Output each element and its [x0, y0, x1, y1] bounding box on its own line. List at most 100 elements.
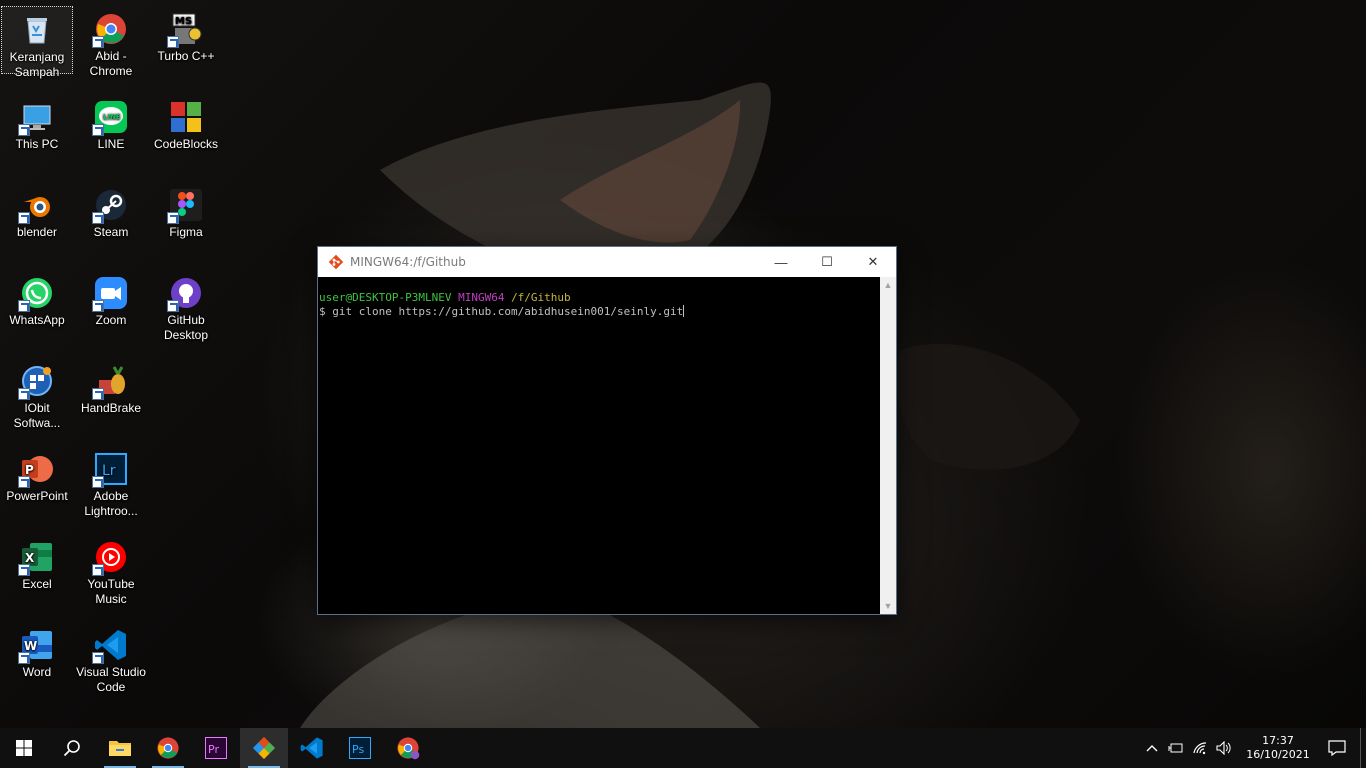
speaker-icon: [1216, 741, 1231, 755]
vscode-icon: [92, 628, 128, 664]
svg-text:LINE: LINE: [103, 113, 121, 121]
desktop-icon-powerpoint[interactable]: P PowerPoint: [1, 446, 73, 528]
taskbar: Pr Ps 17:37 16/10/2021: [0, 728, 1366, 768]
vertical-scrollbar[interactable]: ▲ ▼: [880, 277, 896, 614]
lightroom-icon: Lr: [92, 452, 128, 488]
prompt-host: MINGW64: [458, 291, 505, 304]
notification-icon: [1328, 740, 1346, 756]
premiere-pro-icon: Pr: [205, 737, 227, 759]
search-icon: [63, 740, 80, 757]
desktop-icon-codeblocks[interactable]: CodeBlocks: [150, 94, 222, 176]
desktop-icon-label: HandBrake: [80, 401, 142, 415]
clock[interactable]: 17:37 16/10/2021: [1242, 728, 1314, 768]
command-line[interactable]: $ git clone https://github.com/abidhusei…: [319, 305, 880, 319]
iobit-icon: [18, 364, 54, 400]
close-icon: ✕: [867, 254, 879, 269]
desktop-icon-youtube-music[interactable]: YouTube Music: [75, 534, 147, 616]
desktop-icon-label: WhatsApp: [9, 313, 65, 327]
svg-text:W: W: [24, 639, 37, 653]
git-bash-window[interactable]: MINGW64:/f/Github — ☐ ✕ user@DESKTOP-P3M…: [317, 246, 897, 615]
minimize-button[interactable]: —: [758, 247, 804, 277]
windows-logo-icon: [16, 740, 32, 756]
desktop-icon-zoom[interactable]: Zoom: [75, 270, 147, 352]
desktop-icon-label: LINE: [97, 137, 125, 151]
minimize-icon: —: [774, 254, 788, 270]
desktop-icon-this-pc[interactable]: This PC: [1, 94, 73, 176]
scroll-down-icon: ▼: [883, 601, 893, 611]
desktop-icon-chrome[interactable]: Abid - Chrome: [75, 6, 147, 88]
desktop-icon-figma[interactable]: Figma: [150, 182, 222, 264]
svg-text:Lr: Lr: [102, 463, 116, 479]
blender-icon: [18, 188, 54, 224]
scroll-up-button[interactable]: ▲: [880, 277, 896, 293]
search-button[interactable]: [48, 728, 96, 768]
command-text: $ git clone https://github.com/abidhusei…: [319, 305, 684, 318]
battery-button[interactable]: [1164, 728, 1188, 768]
steam-icon: [92, 188, 128, 224]
desktop-icon-label: CodeBlocks: [153, 137, 219, 151]
desktop-icon-word[interactable]: W Word: [1, 622, 73, 704]
desktop-icon-whatsapp[interactable]: WhatsApp: [1, 270, 73, 352]
excel-icon: X: [18, 540, 54, 576]
wifi-icon: [1193, 742, 1207, 755]
desktop-icon-label: GitHub Desktop: [163, 313, 209, 342]
word-icon: W: [18, 628, 54, 664]
desktop-icon-steam[interactable]: Steam: [75, 182, 147, 264]
chrome-profile-button[interactable]: [384, 728, 432, 768]
chrome-button[interactable]: [144, 728, 192, 768]
desktop-icon-excel[interactable]: X Excel: [1, 534, 73, 616]
desktop-icon-label: Figma: [169, 225, 203, 239]
desktop-icon-label: YouTube Music: [87, 577, 135, 606]
desktop-icon-label: Adobe Lightroo...: [84, 489, 138, 518]
desktop-icon-recycle-bin[interactable]: Keranjang Sampah: [1, 6, 73, 79]
prompt-user: user@DESKTOP-P3MLNEV: [319, 291, 452, 304]
desktop-icon-handbrake[interactable]: HandBrake: [75, 358, 147, 440]
start-button[interactable]: [0, 728, 48, 768]
file-explorer-button[interactable]: [96, 728, 144, 768]
youtube-music-icon: [92, 540, 128, 576]
volume-button[interactable]: [1212, 728, 1236, 768]
text-cursor: [683, 305, 685, 317]
action-center-button[interactable]: [1314, 728, 1360, 768]
git-icon: [253, 737, 275, 759]
show-hidden-icons-button[interactable]: [1140, 728, 1164, 768]
vscode-button[interactable]: [288, 728, 336, 768]
scroll-up-icon: ▲: [883, 280, 893, 290]
desktop-icon-label: This PC: [15, 137, 59, 151]
desktop-icon-label: blender: [16, 225, 58, 239]
handbrake-icon: [92, 364, 128, 400]
codeblocks-icon: [169, 100, 203, 134]
terminal-output[interactable]: user@DESKTOP-P3MLNEV MINGW64 /f/Github $…: [318, 277, 880, 614]
maximize-button[interactable]: ☐: [804, 247, 850, 277]
desktop-icon-blender[interactable]: blender: [1, 182, 73, 264]
desktop-icon-line[interactable]: LINE LINE: [75, 94, 147, 176]
network-button[interactable]: [1188, 728, 1212, 768]
git-bash-button[interactable]: [240, 728, 288, 768]
desktop-icon-iobit[interactable]: IObit Softwa...: [1, 358, 73, 440]
show-desktop-button[interactable]: [1360, 728, 1366, 768]
maximize-icon: ☐: [821, 254, 833, 269]
premiere-button[interactable]: Pr: [192, 728, 240, 768]
desktop-icon-github-desktop[interactable]: GitHub Desktop: [150, 270, 222, 352]
powerpoint-icon: P: [18, 452, 54, 488]
system-tray: 17:37 16/10/2021: [1140, 728, 1366, 768]
photoshop-button[interactable]: Ps: [336, 728, 384, 768]
desktop-icon-vscode[interactable]: Visual Studio Code: [75, 622, 147, 704]
close-button[interactable]: ✕: [850, 247, 896, 277]
this-pc-icon: [18, 100, 54, 136]
github-desktop-icon: [167, 276, 203, 312]
chevron-up-icon: [1146, 745, 1158, 752]
scroll-down-button[interactable]: ▼: [880, 598, 896, 614]
clock-date: 16/10/2021: [1246, 748, 1310, 761]
window-titlebar[interactable]: MINGW64:/f/Github — ☐ ✕: [318, 247, 896, 277]
desktop-icon-label: Keranjang Sampah: [9, 50, 65, 79]
svg-text:Pr: Pr: [208, 743, 219, 756]
window-title: MINGW64:/f/Github: [350, 255, 466, 269]
zoom-icon: [92, 276, 128, 312]
desktop-icon-turbo-cpp[interactable]: MS Turbo C++: [150, 6, 222, 88]
battery-plug-icon: [1168, 743, 1183, 753]
chrome-icon: [157, 737, 179, 759]
desktop-icon-lightroom[interactable]: Lr Adobe Lightroo...: [75, 446, 147, 528]
svg-text:MS: MS: [175, 16, 192, 27]
desktop-icon-label: Turbo C++: [157, 49, 215, 63]
